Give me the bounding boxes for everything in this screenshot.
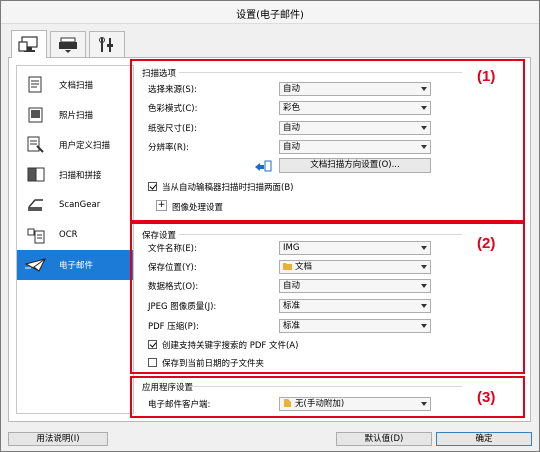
adf-duplex-checkbox[interactable] <box>148 182 157 191</box>
chevron-down-icon <box>421 324 427 328</box>
file-name-value: IMG <box>283 243 300 253</box>
chevron-down-icon <box>421 402 427 406</box>
color-mode-value: 彩色 <box>283 103 301 113</box>
attachment-icon <box>284 399 291 407</box>
jpeg-quality-dropdown[interactable]: 标准 <box>279 299 431 313</box>
save-in-label: 保存位置(Y): <box>148 263 197 273</box>
sidebar-item-custom-scan[interactable]: 用户定义扫描 <box>17 130 133 160</box>
email-client-label: 电子邮件客户端: <box>148 400 211 410</box>
title-bar: 设置(电子邮件) <box>1 1 539 24</box>
pdf-compression-dropdown[interactable]: 标准 <box>279 319 431 333</box>
chevron-down-icon <box>421 265 427 269</box>
sidebar-item-ocr[interactable]: OCR <box>17 220 133 250</box>
app-settings-title: 应用程序设置 <box>142 383 194 393</box>
photo-scan-icon <box>25 105 47 125</box>
document-scan-icon <box>25 75 47 95</box>
section-number-1: (1) <box>477 68 496 85</box>
help-button[interactable]: 用法说明(I) <box>8 432 108 446</box>
adf-duplex-label: 当从自动输稿器扫描时扫描两面(B) <box>162 183 294 193</box>
section-number-3: (3) <box>477 389 496 406</box>
orientation-settings-button[interactable]: 文档扫描方向设置(O)... <box>279 158 431 173</box>
sidebar-item-label: 文档扫描 <box>59 81 94 91</box>
email-icon <box>25 255 47 275</box>
chevron-down-icon <box>421 87 427 91</box>
date-subfolder-label: 保存到当前日期的子文件夹 <box>162 359 265 369</box>
paper-size-label: 纸张尺寸(E): <box>148 124 197 134</box>
save-in-dropdown[interactable]: 文档 <box>279 260 431 274</box>
pdf-compression-label: PDF 压缩(P): <box>148 322 199 332</box>
select-source-label: 选择来源(S): <box>148 85 197 95</box>
data-format-label: 数据格式(O): <box>148 282 199 292</box>
image-processing-label: 图像处理设置 <box>172 203 224 213</box>
save-in-value: 文档 <box>295 262 313 272</box>
date-subfolder-checkbox[interactable] <box>148 358 157 367</box>
sidebar-item-email[interactable]: 电子邮件 <box>17 250 133 280</box>
paper-size-dropdown[interactable]: 自动 <box>279 121 431 135</box>
ok-button[interactable]: 确定 <box>436 432 532 446</box>
window-title: 设置(电子邮件) <box>236 10 304 21</box>
folder-icon <box>283 263 292 270</box>
file-name-combobox[interactable]: IMG <box>279 241 431 255</box>
divider <box>189 386 462 387</box>
chevron-down-icon <box>421 126 427 130</box>
resolution-label: 分辨率(R): <box>148 143 189 153</box>
custom-scan-icon <box>25 135 47 155</box>
sidebar-item-label: 扫描和拼接 <box>59 171 102 181</box>
expand-image-processing-button[interactable]: + <box>156 200 167 211</box>
sidebar-item-scan-and-stitch[interactable]: 扫描和拼接 <box>17 160 133 190</box>
chevron-down-icon <box>421 145 427 149</box>
color-mode-dropdown[interactable]: 彩色 <box>279 101 431 115</box>
data-format-dropdown[interactable]: 自动 <box>279 279 431 293</box>
pdf-compression-value: 标准 <box>283 321 301 331</box>
keyword-pdf-label: 创建支持关键字搜索的 PDF 文件(A) <box>162 341 299 351</box>
file-name-label: 文件名称(E): <box>148 244 197 254</box>
sidebar-item-document-scan[interactable]: 文档扫描 <box>17 70 133 100</box>
scan-from-operation-panel-icon <box>59 37 77 53</box>
ocr-icon <box>25 225 47 245</box>
save-settings-title: 保存设置 <box>142 231 177 241</box>
sidebar-item-label: 用户定义扫描 <box>59 141 111 151</box>
resolution-dropdown[interactable]: 自动 <box>279 140 431 154</box>
scan-and-stitch-icon <box>25 165 47 185</box>
section-number-2: (2) <box>477 235 496 252</box>
scangear-icon <box>25 195 47 215</box>
color-mode-label: 色彩模式(C): <box>148 104 198 114</box>
email-client-value: 无(手动附加) <box>295 399 345 409</box>
settings-panel: 文档扫描 照片扫描 用户定义扫描 扫描和拼接 ScanGear OCR 电子邮件… <box>8 57 531 422</box>
sidebar-item-photo-scan[interactable]: 照片扫描 <box>17 100 133 130</box>
tab-scan-from-computer[interactable] <box>11 30 47 58</box>
keyword-pdf-checkbox[interactable] <box>148 340 157 349</box>
select-source-dropdown[interactable]: 自动 <box>279 82 431 96</box>
chevron-down-icon <box>421 106 427 110</box>
chevron-down-icon <box>421 284 427 288</box>
divider <box>179 234 462 235</box>
jpeg-quality-label: JPEG 图像质量(J): <box>148 302 217 312</box>
email-client-dropdown[interactable]: 无(手动附加) <box>279 397 431 411</box>
document-orientation-icon <box>255 160 272 172</box>
sidebar: 文档扫描 照片扫描 用户定义扫描 扫描和拼接 ScanGear OCR 电子邮件 <box>16 65 134 414</box>
sidebar-item-scangear[interactable]: ScanGear <box>17 190 133 220</box>
settings-window: 设置(电子邮件) 文档扫描 照片扫描 用户定义扫描 扫描和拼接 ScanGear… <box>0 0 540 452</box>
sidebar-item-label: 电子邮件 <box>59 261 94 271</box>
divider <box>179 72 462 73</box>
resolution-value: 自动 <box>283 142 301 152</box>
data-format-value: 自动 <box>283 281 301 291</box>
chevron-down-icon <box>421 304 427 308</box>
sidebar-item-label: OCR <box>59 230 78 240</box>
jpeg-quality-value: 标准 <box>283 301 301 311</box>
sidebar-item-label: ScanGear <box>59 200 101 210</box>
scan-from-computer-icon <box>18 35 38 52</box>
tab-general-settings[interactable] <box>89 31 125 57</box>
defaults-button[interactable]: 默认值(D) <box>336 432 432 446</box>
select-source-value: 自动 <box>283 84 301 94</box>
sidebar-item-label: 照片扫描 <box>59 111 94 121</box>
general-settings-icon <box>99 36 113 52</box>
tab-scan-from-operation-panel[interactable] <box>50 31 86 57</box>
chevron-down-icon <box>421 246 427 250</box>
scan-options-title: 扫描选项 <box>142 69 177 79</box>
paper-size-value: 自动 <box>283 123 301 133</box>
